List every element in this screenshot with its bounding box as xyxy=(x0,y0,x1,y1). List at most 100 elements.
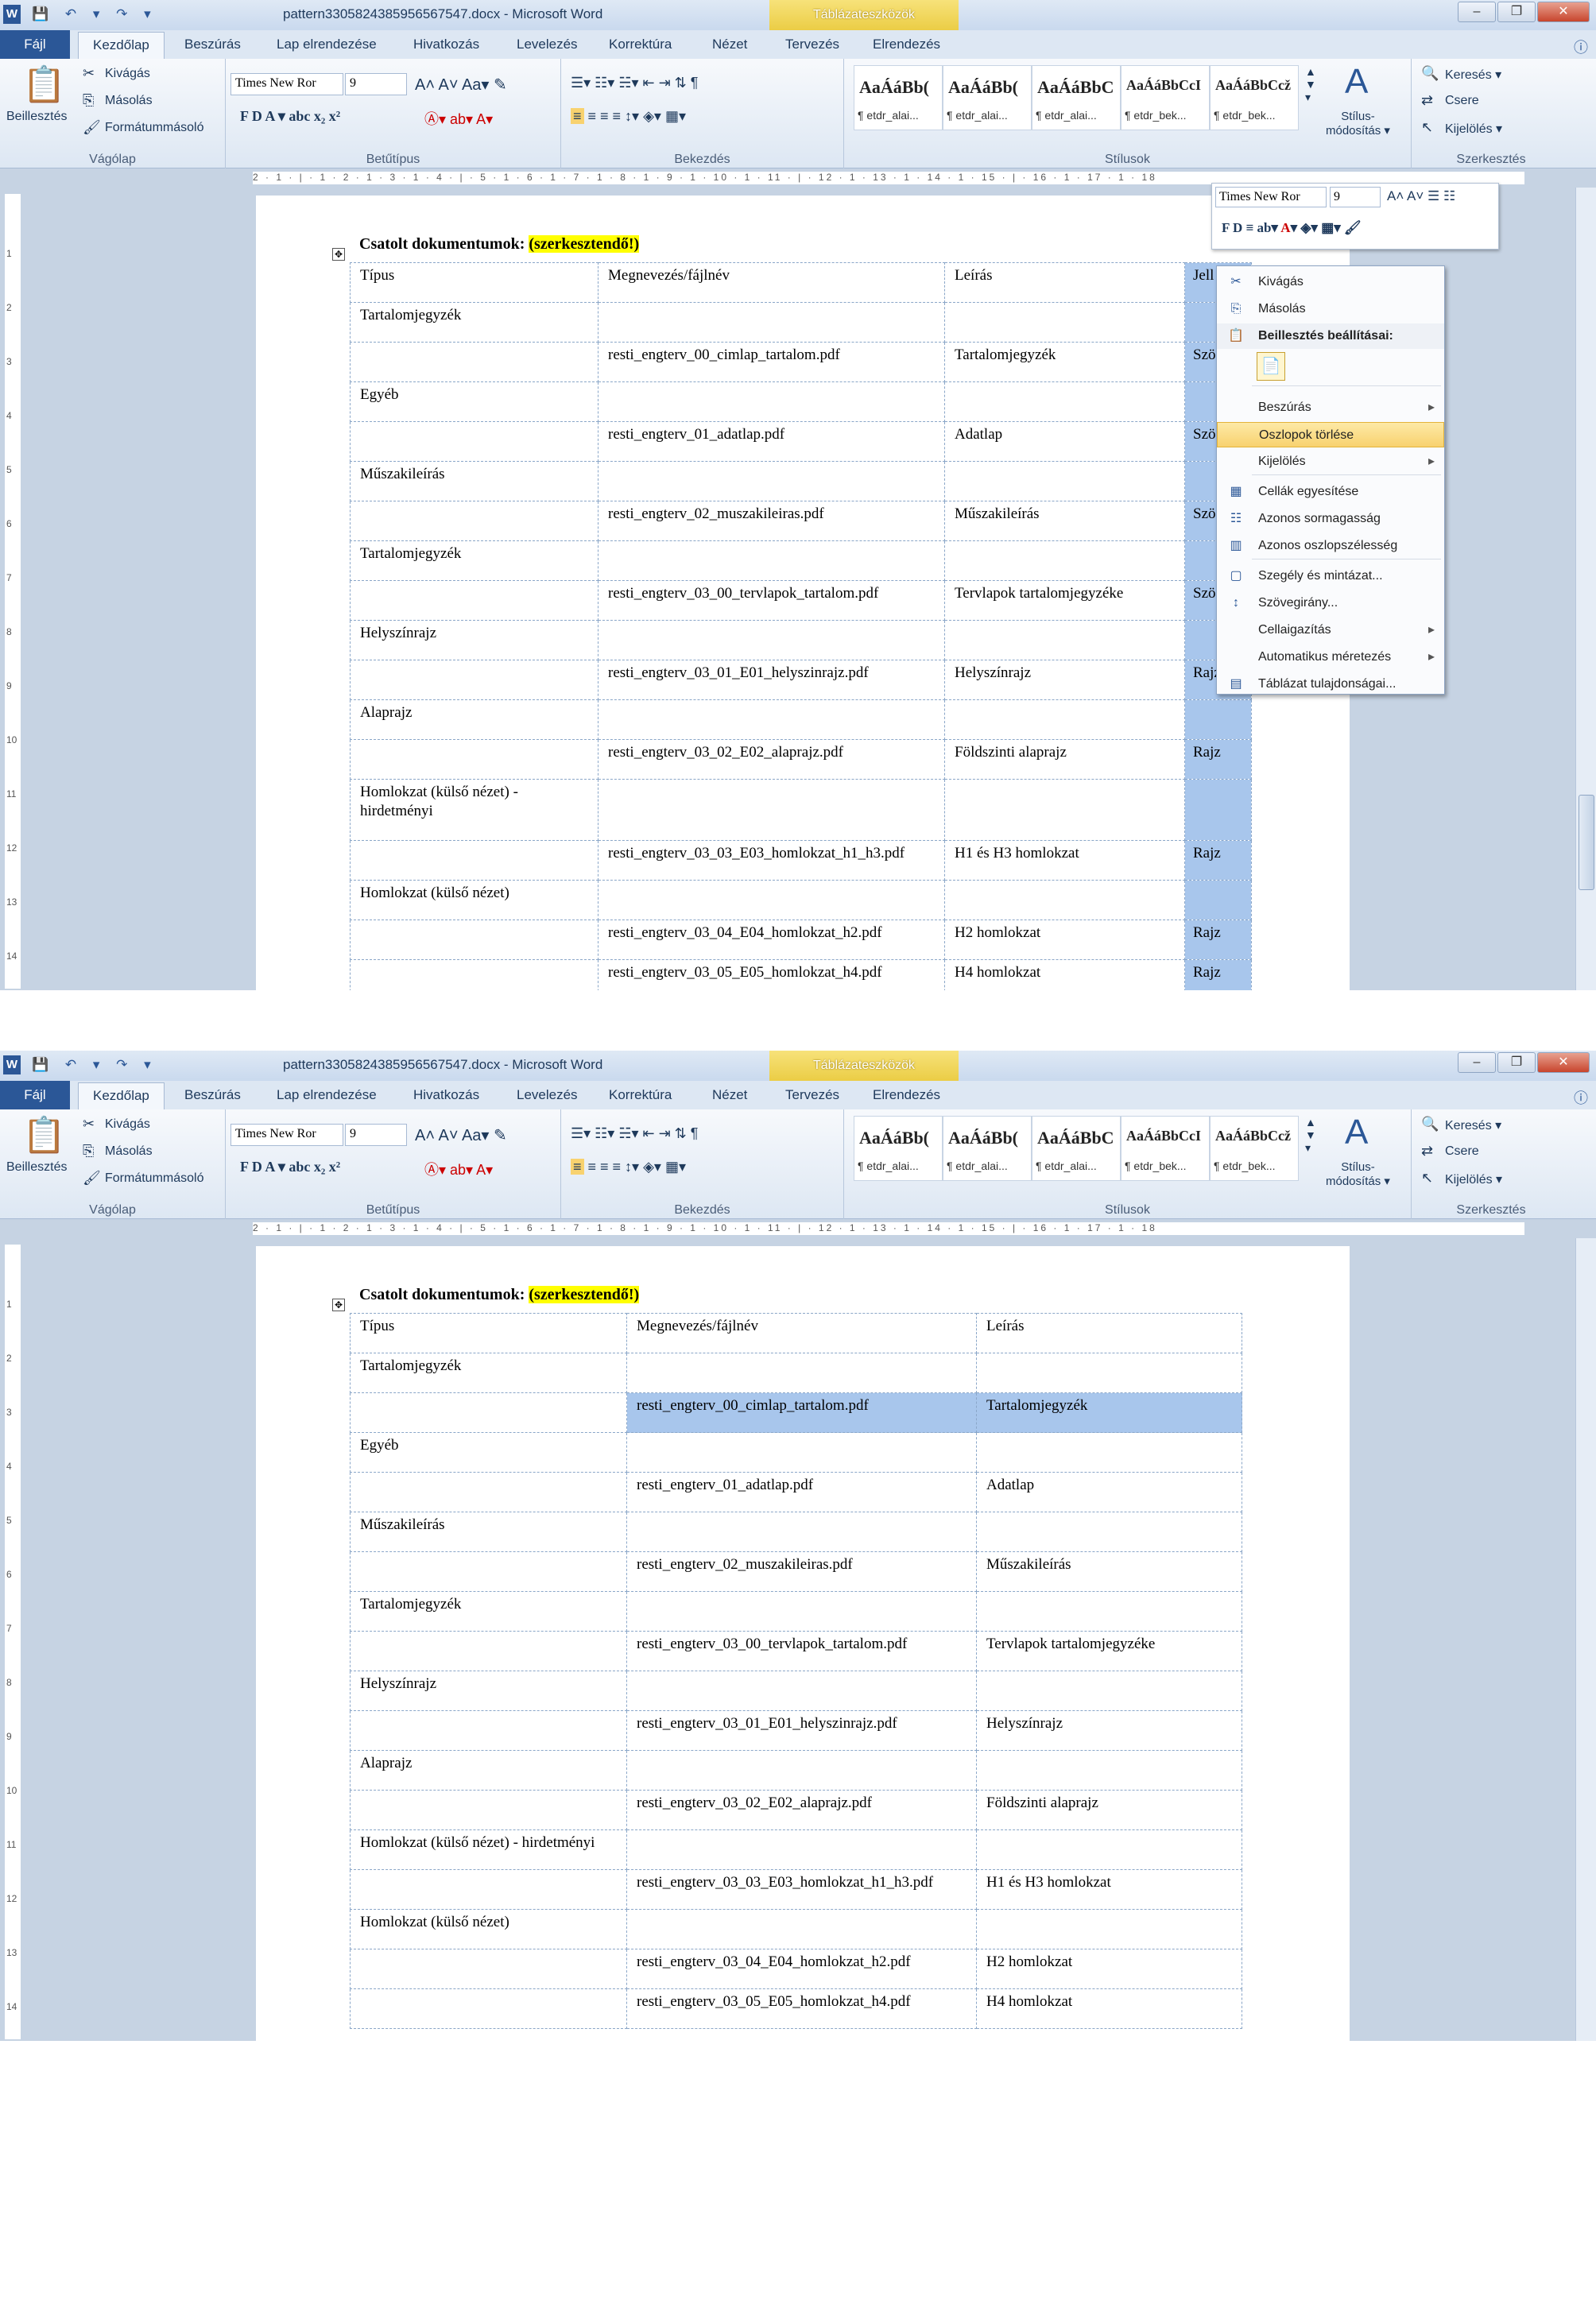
table-cell[interactable] xyxy=(350,1392,627,1433)
table-cell[interactable]: Típus xyxy=(350,262,598,303)
list-indent-buttons[interactable]: ☰▾ ☷▾ ☵▾ ⇤ ⇥ ⇅ ¶ xyxy=(571,1125,698,1142)
table-cell[interactable]: Homlokzat (külső nézet) - hirdetményi xyxy=(350,779,598,841)
paste-option-icon[interactable]: 📄 xyxy=(1257,352,1285,381)
table-row[interactable]: resti_engterv_03_01_E01_helyszinrajz.pdf… xyxy=(350,1710,1242,1751)
table-cell[interactable]: Homlokzat (külső nézet) xyxy=(350,880,598,920)
font-format-buttons[interactable]: F D A ▾ abc x₂ x² xyxy=(240,1159,340,1175)
minimize-button[interactable]: – xyxy=(1458,1052,1496,1073)
table-cell[interactable] xyxy=(350,342,598,382)
restore-button[interactable]: ❐ xyxy=(1497,2,1536,22)
context-menu-item[interactable]: Oszlopok törlése xyxy=(1217,422,1444,447)
table-row[interactable]: resti_engterv_02_muszakileiras.pdf Műszak… xyxy=(350,1551,1242,1592)
tab-home[interactable]: Kezdőlap xyxy=(78,1082,165,1109)
table-cell[interactable]: Egyéb xyxy=(350,1432,627,1473)
table-cell[interactable]: resti_engterv_03_00_tervlapok_tartalom.p… xyxy=(598,580,945,621)
tab-file[interactable]: Fájl xyxy=(0,1081,70,1109)
replace-button[interactable]: Csere xyxy=(1445,94,1479,108)
font-size-input[interactable]: 9 xyxy=(345,73,407,95)
style-swatch[interactable]: AaÁáBbCcž ¶ etdr_bek... xyxy=(1210,1116,1299,1181)
replace-button[interactable]: Csere xyxy=(1445,1144,1479,1159)
table-cell[interactable] xyxy=(976,1512,1242,1552)
table-cell[interactable]: Tartalomjegyzék xyxy=(350,540,598,581)
table-row[interactable]: Tartalomjegyzék xyxy=(350,1591,1242,1632)
table-cell[interactable]: Helyszínrajz xyxy=(350,620,598,660)
table-cell[interactable]: Homlokzat (külső nézet) xyxy=(350,1909,627,1949)
table-cell[interactable]: resti_engterv_01_adatlap.pdf xyxy=(626,1472,977,1512)
table-cell[interactable] xyxy=(598,302,945,343)
table-row[interactable]: Alaprajz xyxy=(350,699,1252,740)
selected-cell[interactable] xyxy=(1184,699,1252,740)
table-cell[interactable]: resti_engterv_02_muszakileiras.pdf xyxy=(598,501,945,541)
context-menu-item[interactable]: ↕ Szövegirány... xyxy=(1217,590,1444,616)
style-swatch[interactable]: AaÁáBbC ¶ etdr_alai... xyxy=(1032,65,1121,130)
help-icon[interactable]: ⓘ xyxy=(1574,1087,1588,1108)
style-swatch[interactable]: AaÁáBb(¶ etdr_alai... xyxy=(943,1116,1032,1181)
table-row[interactable]: Műszakileírás xyxy=(350,1512,1242,1552)
table-row[interactable]: resti_engterv_03_02_E02_alaprajz.pdf Föld… xyxy=(350,1790,1242,1830)
table-cell[interactable] xyxy=(350,421,598,462)
table-cell[interactable]: H2 homlokzat xyxy=(976,1949,1242,1989)
table-cell[interactable]: resti_engterv_03_05_E05_homlokzat_h4.pdf xyxy=(626,1988,977,2029)
change-styles-button[interactable]: Stílus- módosítás ▾ xyxy=(1326,110,1390,137)
tab-page-layout[interactable]: Lap elrendezése xyxy=(277,37,377,52)
table-cell[interactable] xyxy=(350,1472,627,1512)
table-cell[interactable] xyxy=(626,1750,977,1791)
table-row[interactable]: resti_engterv_03_03_E03_homlokzat_h1_h3.… xyxy=(350,1869,1242,1910)
table-cell[interactable]: resti_engterv_03_02_E02_alaprajz.pdf xyxy=(626,1790,977,1830)
quick-access-toolbar[interactable]: 💾 ↶ ▾ ↷ ▾ xyxy=(32,1057,157,1073)
tab-view[interactable]: Nézet xyxy=(712,1087,747,1103)
table-cell[interactable]: Tartalomjegyzék xyxy=(350,1353,627,1393)
grow-shrink-font-buttons[interactable]: A˄ A˅ Aa▾ ✎ xyxy=(415,75,507,95)
table-row[interactable]: Homlokzat (külső nézet) xyxy=(350,880,1252,920)
document-page[interactable]: Csatolt dokumentumok: (szerkesztendő!) ✥… xyxy=(256,196,1350,990)
document-page[interactable]: Csatolt dokumentumok: (szerkesztendő!) ✥… xyxy=(256,1246,1350,2041)
mini-grow-font-buttons[interactable]: A˄ A˅ ☰ ☷ xyxy=(1387,188,1455,204)
format-painter-button[interactable]: Formátummásoló xyxy=(105,1171,203,1186)
style-swatch[interactable]: AaÁáBbCcI ¶ etdr_bek... xyxy=(1121,1116,1210,1181)
table-cell[interactable]: resti_engterv_03_05_E05_homlokzat_h4.pdf xyxy=(598,959,945,990)
cut-button[interactable]: Kivágás xyxy=(105,67,150,81)
table-row[interactable]: resti_engterv_03_00_tervlapok_tartalom.p… xyxy=(350,1631,1242,1671)
tab-file[interactable]: Fájl xyxy=(0,30,70,59)
vertical-ruler[interactable]: 1 2 3 4 5 6 7 8 9 10 11 12 13 14 xyxy=(5,194,21,989)
table-cell[interactable]: resti_engterv_03_01_E01_helyszinrajz.pdf xyxy=(598,660,945,700)
table-row[interactable]: Alaprajz xyxy=(350,1750,1242,1791)
tab-design[interactable]: Tervezés xyxy=(785,37,839,52)
mini-format-buttons[interactable]: F D ≡ ab▾ A▾ ◈▾ ▦▾ 🖌 xyxy=(1222,220,1362,236)
table-row[interactable]: Típus Megnevezés/fájlnév Leírás xyxy=(350,1313,1242,1353)
table-cell[interactable]: H1 és H3 homlokzat xyxy=(976,1869,1242,1910)
context-menu-item[interactable]: Automatikus méretezés ▸ xyxy=(1217,645,1444,670)
table-row[interactable]: Tartalomjegyzék xyxy=(350,302,1252,343)
tab-review[interactable]: Korrektúra xyxy=(609,37,672,52)
font-format-buttons[interactable]: F D A ▾ abc x₂ x² xyxy=(240,108,340,125)
table-cell[interactable]: Helyszínrajz xyxy=(976,1710,1242,1751)
style-swatch[interactable]: AaÁáBb(¶ etdr_alai... xyxy=(854,65,943,130)
paste-button[interactable]: Beillesztés xyxy=(6,1160,67,1175)
tab-layout[interactable]: Elrendezés xyxy=(873,37,940,52)
alignment-buttons[interactable]: ≡ ≡ ≡ ≡ ↕▾ ◈▾ ▦▾ xyxy=(571,108,686,125)
table-cell[interactable]: Megnevezés/fájlnév xyxy=(598,262,945,303)
table-cell[interactable]: resti_engterv_01_adatlap.pdf xyxy=(598,421,945,462)
find-button[interactable]: Keresés ▾ xyxy=(1445,67,1501,83)
table-row[interactable]: resti_engterv_03_05_E05_homlokzat_h4.pdf… xyxy=(350,1988,1242,2029)
context-menu-item[interactable]: Cellaigazítás ▸ xyxy=(1217,618,1444,643)
context-menu-item[interactable]: ▤ Táblázat tulajdonságai... xyxy=(1217,672,1444,697)
tab-references[interactable]: Hivatkozás xyxy=(413,1087,479,1103)
tab-design[interactable]: Tervezés xyxy=(785,1087,839,1103)
table-cell[interactable]: Alaprajz xyxy=(350,699,598,740)
tab-review[interactable]: Korrektúra xyxy=(609,1087,672,1103)
context-menu-item[interactable]: Beszúrás ▸ xyxy=(1217,395,1444,420)
paste-icon[interactable]: 📋 xyxy=(22,64,66,105)
tab-references[interactable]: Hivatkozás xyxy=(413,37,479,52)
vertical-ruler[interactable]: 1 2 3 4 5 6 7 8 9 10 11 12 13 14 xyxy=(5,1245,21,2039)
table-cell[interactable]: Adatlap xyxy=(976,1472,1242,1512)
table-cell[interactable]: Homlokzat (külső nézet) - hirdetményi xyxy=(350,1829,627,1870)
style-swatch[interactable]: AaÁáBb(¶ etdr_alai... xyxy=(854,1116,943,1181)
table-cell[interactable]: resti_engterv_03_00_tervlapok_tartalom.p… xyxy=(626,1631,977,1671)
list-indent-buttons[interactable]: ☰▾ ☷▾ ☵▾ ⇤ ⇥ ⇅ ¶ xyxy=(571,75,698,91)
table-cell[interactable] xyxy=(598,461,945,501)
styles-scroll-icon[interactable]: ▲ ▼ ▾ xyxy=(1305,65,1316,104)
table-cell[interactable] xyxy=(350,739,598,780)
style-swatch[interactable]: AaÁáBbC ¶ etdr_alai... xyxy=(1032,1116,1121,1181)
table-row[interactable]: resti_engterv_03_04_E04_homlokzat_h2.pdf… xyxy=(350,920,1252,960)
